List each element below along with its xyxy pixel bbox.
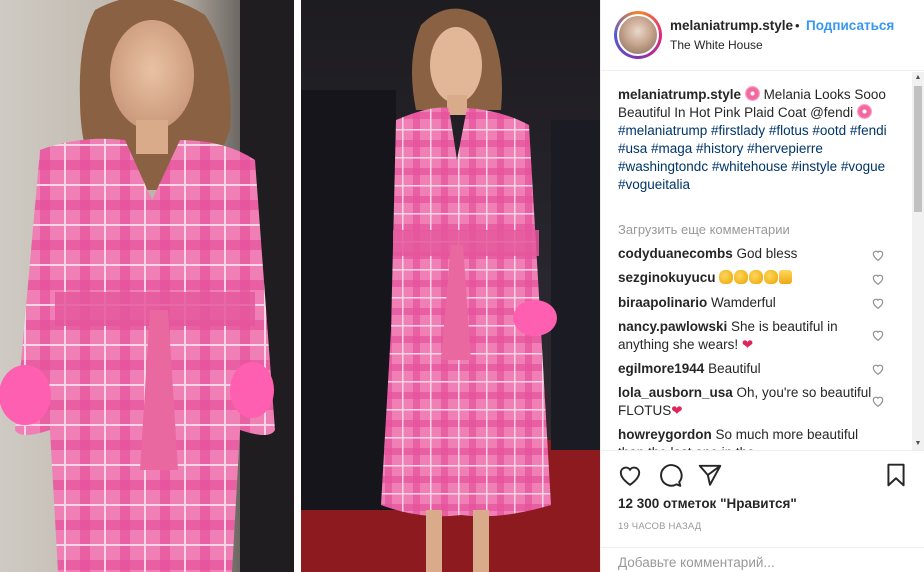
comment-like-icon[interactable] bbox=[871, 328, 885, 342]
post-side-panel: melaniatrump.style • Подписаться The Whi… bbox=[600, 0, 924, 572]
comment-username[interactable]: codyduanecombs bbox=[618, 246, 733, 261]
post-caption: melaniatrump.style Melania Looks Sooo Be… bbox=[618, 86, 898, 194]
clapping-hands-emoji-icon bbox=[749, 270, 764, 284]
comment-item: egilmore1944 Beautiful bbox=[618, 360, 888, 378]
comment-username[interactable]: sezginokuyucu bbox=[618, 270, 716, 285]
avatar-story-ring[interactable] bbox=[614, 11, 662, 59]
comment-username[interactable]: nancy.pawlowski bbox=[618, 319, 727, 334]
post-timestamp[interactable]: 19 ЧАСОВ НАЗАД bbox=[618, 521, 701, 532]
red-heart-emoji-icon: ❤ bbox=[741, 337, 754, 352]
comment-like-icon[interactable] bbox=[871, 272, 885, 286]
follow-button[interactable]: Подписаться bbox=[806, 18, 894, 33]
comment-like-icon[interactable] bbox=[871, 248, 885, 262]
scrollbar-thumb[interactable] bbox=[914, 86, 922, 212]
comment-item: codyduanecombs God bless bbox=[618, 245, 888, 263]
load-more-comments-button[interactable]: Загрузить еще комментарии bbox=[618, 222, 790, 237]
paper-plane-icon[interactable] bbox=[697, 462, 723, 488]
comment-item: sezginokuyucu bbox=[618, 269, 888, 287]
comment-text: Wamderful bbox=[707, 295, 776, 310]
header-separator: • bbox=[795, 18, 800, 33]
thumbs-up-emoji-icon bbox=[779, 270, 793, 284]
add-comment-bar bbox=[601, 547, 924, 572]
comment-text: Beautiful bbox=[704, 361, 761, 376]
post-header: melaniatrump.style • Подписаться The Whi… bbox=[601, 0, 924, 71]
comment-item: lola_ausborn_usa Oh, you're so beautiful… bbox=[618, 384, 888, 420]
header-username[interactable]: melaniatrump.style bbox=[670, 18, 793, 33]
speech-bubble-icon[interactable] bbox=[657, 462, 683, 488]
comment-username[interactable]: howreygordon bbox=[618, 427, 712, 442]
heart-outline-icon[interactable] bbox=[617, 462, 643, 488]
avatar[interactable] bbox=[617, 14, 659, 56]
comment-item: howreygordon So much more beautiful than… bbox=[618, 426, 888, 450]
comment-item: nancy.pawlowski She is beautiful in anyt… bbox=[618, 318, 888, 354]
red-heart-emoji-icon: ❤ bbox=[671, 403, 683, 418]
add-comment-input[interactable] bbox=[618, 555, 898, 570]
post-actions: 12 300 отметок "Нравится" 19 ЧАСОВ НАЗАД bbox=[601, 450, 924, 572]
bookmark-icon[interactable] bbox=[883, 462, 909, 488]
comments-scrollbar[interactable]: ▲ ▼ bbox=[912, 72, 924, 450]
clapping-hands-emoji-icon bbox=[734, 270, 749, 284]
post-photo[interactable] bbox=[0, 0, 600, 572]
location-link[interactable]: The White House bbox=[670, 38, 763, 52]
photo-left-illustration bbox=[0, 0, 294, 572]
clapping-hands-emoji-icon bbox=[764, 270, 779, 284]
photo-right-illustration bbox=[301, 8, 600, 572]
comment-username[interactable]: egilmore1944 bbox=[618, 361, 704, 376]
caption-username[interactable]: melaniatrump.style bbox=[618, 87, 741, 102]
comment-username[interactable]: lola_ausborn_usa bbox=[618, 385, 733, 400]
comment-item: biraapolinario Wamderful bbox=[618, 294, 888, 312]
comment-username[interactable]: biraapolinario bbox=[618, 295, 707, 310]
photo-left-panel bbox=[0, 0, 294, 572]
clapping-hands-emoji-icon bbox=[719, 270, 734, 284]
caption-hashtags[interactable]: #melaniatrump #firstlady #flotus #ootd #… bbox=[618, 123, 887, 192]
photo-right-panel bbox=[301, 0, 600, 572]
comments-list[interactable]: melaniatrump.style Melania Looks Sooo Be… bbox=[601, 72, 924, 450]
likes-count[interactable]: 12 300 отметок "Нравится" bbox=[618, 496, 797, 511]
comment-like-icon[interactable] bbox=[871, 362, 885, 376]
scroll-down-arrow-icon[interactable]: ▼ bbox=[912, 438, 924, 450]
flower-emoji-icon bbox=[744, 86, 760, 101]
comment-like-icon[interactable] bbox=[871, 296, 885, 310]
photo-divider bbox=[294, 0, 301, 572]
comment-like-icon[interactable] bbox=[871, 394, 885, 408]
scroll-up-arrow-icon[interactable]: ▲ bbox=[912, 72, 924, 84]
comment-text: God bless bbox=[732, 246, 798, 261]
flower-emoji-icon bbox=[856, 104, 872, 119]
